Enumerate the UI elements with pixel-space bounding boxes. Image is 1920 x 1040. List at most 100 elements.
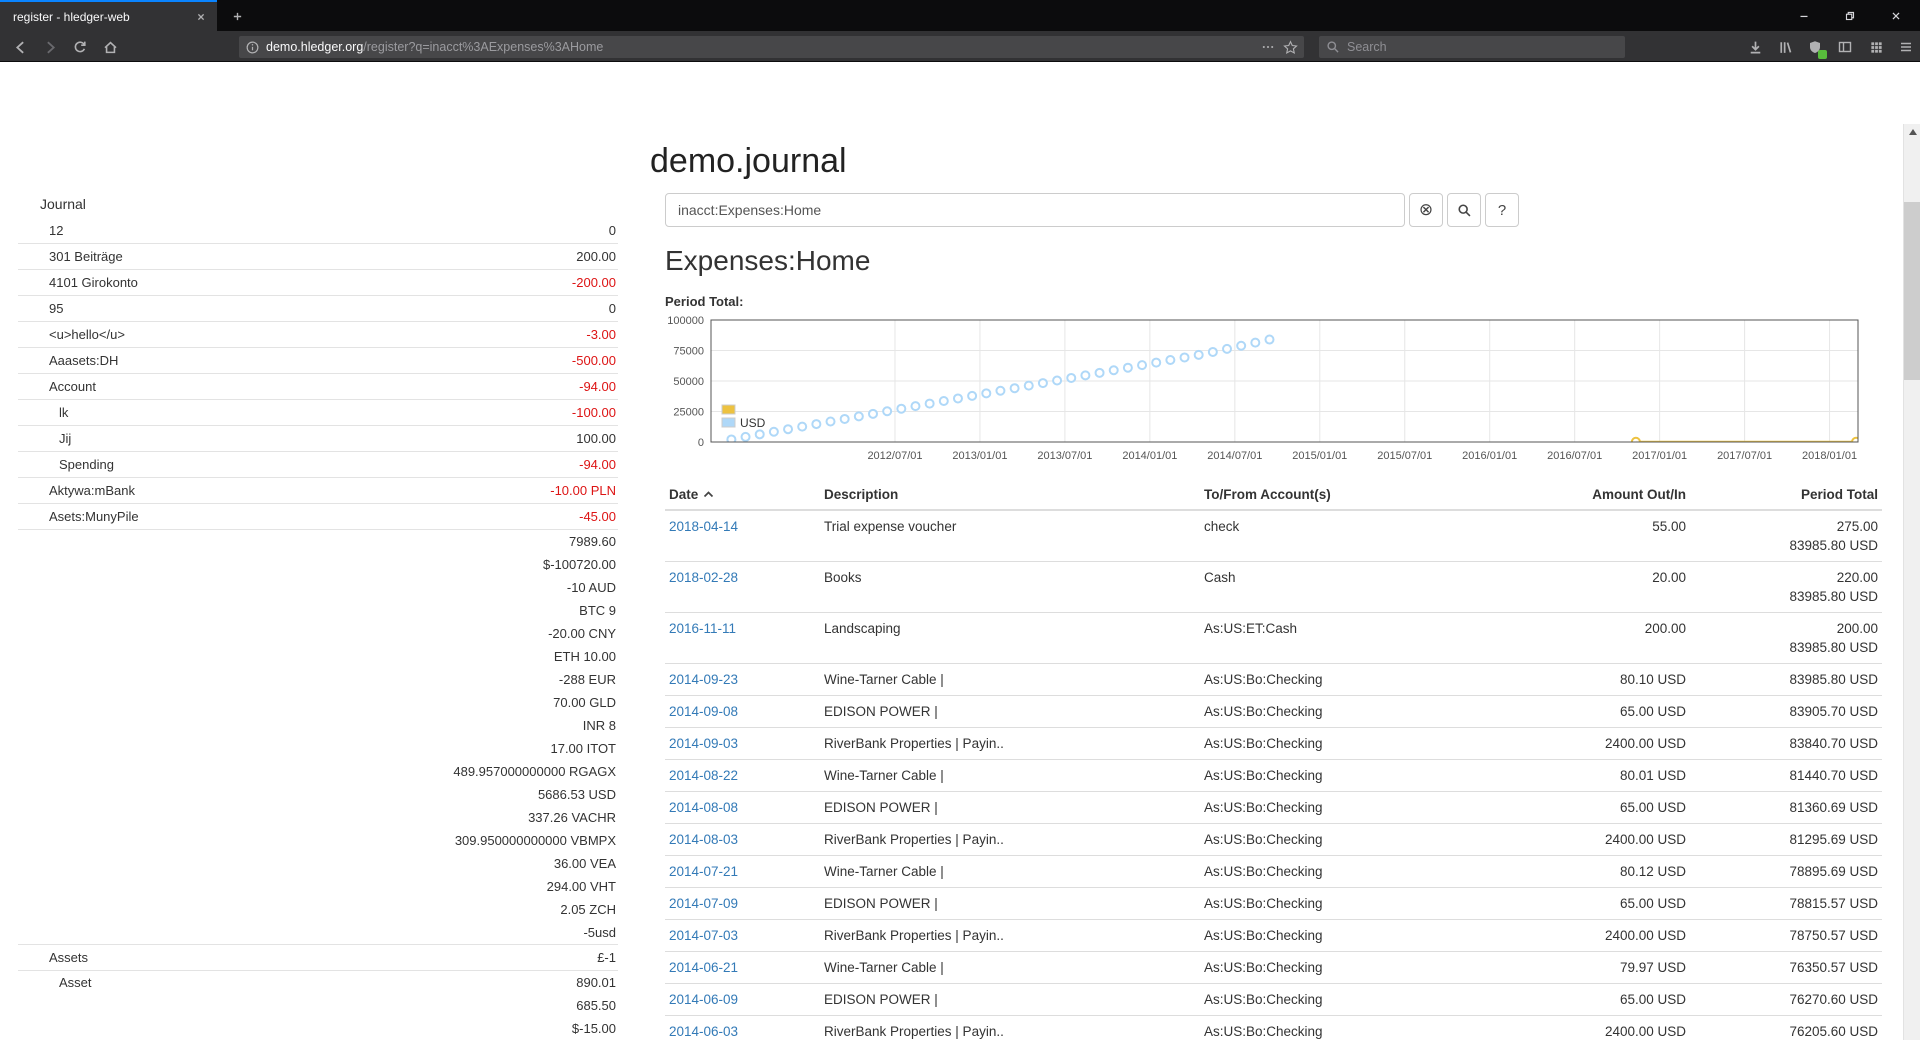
svg-text:2018/01/01: 2018/01/01 xyxy=(1802,450,1857,462)
menu-icon[interactable] xyxy=(1892,33,1920,61)
account-name[interactable]: 95 xyxy=(18,296,63,321)
transaction-date-cell: 2014-07-21 xyxy=(665,856,820,888)
account-name[interactable]: lk xyxy=(18,400,68,425)
account-name[interactable]: 4101 Girokonto xyxy=(18,270,138,295)
account-name[interactable]: Jij xyxy=(18,426,71,451)
account-name[interactable]: Account xyxy=(18,374,96,399)
transaction-date-link[interactable]: 2018-02-28 xyxy=(669,570,738,585)
svg-text:2017/01/01: 2017/01/01 xyxy=(1632,450,1687,462)
sidebar-account-row[interactable]: lk -100.00 xyxy=(18,400,618,426)
account-name[interactable]: <u>hello</u> xyxy=(18,322,125,347)
column-header-accounts[interactable]: To/From Account(s) xyxy=(1200,480,1455,510)
sidebar-account-row[interactable]: <u>hello</u>-3.00 xyxy=(18,322,618,348)
sidebar-account-row[interactable]: 950 xyxy=(18,296,618,322)
transaction-date-link[interactable]: 2014-09-03 xyxy=(669,736,738,751)
transaction-period-total: 81360.69 USD xyxy=(1690,792,1882,824)
transaction-amount: 55.00 xyxy=(1455,510,1690,562)
apps-grid-icon[interactable] xyxy=(1862,33,1890,61)
sidebar-account-row[interactable]: Account-94.00 xyxy=(18,374,618,400)
home-button[interactable] xyxy=(96,33,124,61)
account-name[interactable]: Assets xyxy=(18,945,88,970)
column-header-date[interactable]: Date xyxy=(665,480,820,510)
bookmark-star-icon[interactable] xyxy=(1283,40,1298,55)
transaction-date-link[interactable]: 2014-07-09 xyxy=(669,896,738,911)
account-balances: -200.00 xyxy=(572,270,618,295)
browser-search-bar[interactable]: Search xyxy=(1319,36,1625,58)
scrollbar-thumb[interactable] xyxy=(1904,202,1920,380)
magnifier-icon xyxy=(1457,203,1472,218)
tab-close-icon[interactable] xyxy=(191,7,211,27)
account-name[interactable]: Asets:MunyPile xyxy=(18,504,139,529)
reload-button[interactable] xyxy=(66,33,94,61)
transaction-date-link[interactable]: 2014-06-09 xyxy=(669,992,738,1007)
sidebar-toggle-icon[interactable] xyxy=(1831,33,1859,61)
search-icon xyxy=(1326,40,1340,54)
sidebar-account-row[interactable]: Aktywa:mBank-10.00 PLN xyxy=(18,478,618,504)
sidebar-account-row[interactable]: 4101 Girokonto -200.00 xyxy=(18,270,618,296)
account-name[interactable]: 301 Beiträge xyxy=(18,244,123,269)
svg-text:2013/01/01: 2013/01/01 xyxy=(952,450,1007,462)
register-row: 2014-08-22Wine-Tarner Cable |As:US:Bo:Ch… xyxy=(665,760,1882,792)
scrollbar-up-arrow-icon[interactable] xyxy=(1904,124,1920,140)
query-input[interactable] xyxy=(665,193,1405,227)
sidebar-account-row[interactable]: Assets£-1 xyxy=(18,945,618,971)
account-name[interactable]: 12 xyxy=(18,218,63,243)
sidebar-account-row[interactable]: 7989.60$-100720.00-10 AUDBTC 9-20.00 CNY… xyxy=(18,530,618,945)
new-tab-button[interactable] xyxy=(224,3,250,29)
transaction-date-link[interactable]: 2014-08-22 xyxy=(669,768,738,783)
transaction-date-link[interactable]: 2014-09-23 xyxy=(669,672,738,687)
account-name[interactable]: Spending xyxy=(18,452,114,477)
downloads-icon[interactable] xyxy=(1741,33,1769,61)
back-button[interactable] xyxy=(6,33,34,61)
help-button[interactable]: ? xyxy=(1485,193,1519,227)
sidebar-account-row[interactable]: 301 Beiträge200.00 xyxy=(18,244,618,270)
balance-amount: -45.00 xyxy=(579,504,616,529)
url-bar[interactable]: demo.hledger.org/register?q=inacct%3AExp… xyxy=(239,36,1304,58)
transaction-date-link[interactable]: 2014-08-03 xyxy=(669,832,738,847)
svg-text:100000: 100000 xyxy=(667,315,704,327)
library-icon[interactable] xyxy=(1771,33,1799,61)
forward-button[interactable] xyxy=(36,33,64,61)
transaction-date-link[interactable]: 2014-07-21 xyxy=(669,864,738,879)
sidebar-journal-link[interactable]: Journal xyxy=(40,196,86,212)
transaction-amount: 2400.00 USD xyxy=(1455,1016,1690,1040)
sidebar-account-row[interactable]: 120 xyxy=(18,218,618,244)
account-name[interactable]: Aaasets:DH xyxy=(18,348,118,373)
sidebar-account-row[interactable]: Asets:MunyPile -45.00 xyxy=(18,504,618,530)
column-header-amount[interactable]: Amount Out/In xyxy=(1455,480,1690,510)
account-name[interactable]: Aktywa:mBank xyxy=(18,478,135,503)
account-name[interactable]: Asset xyxy=(18,971,92,994)
window-minimize-button[interactable] xyxy=(1781,0,1826,31)
browser-tab[interactable]: register - hledger-web xyxy=(0,0,217,31)
register-row: 2014-09-08EDISON POWER |As:US:Bo:Checkin… xyxy=(665,696,1882,728)
page-title: demo.journal xyxy=(650,142,847,181)
transaction-date-link[interactable]: 2014-09-08 xyxy=(669,704,738,719)
sidebar-account-row[interactable]: Spending-94.00 xyxy=(18,452,618,478)
page-actions-icon[interactable] xyxy=(1261,40,1275,54)
balance-amount: -5usd xyxy=(453,921,616,944)
sidebar-account-row[interactable]: Aaasets:DH -500.00 xyxy=(18,348,618,374)
balance-amount: -500.00 xyxy=(572,348,616,373)
page-scrollbar[interactable] xyxy=(1903,124,1920,1040)
transaction-date-link[interactable]: 2014-06-21 xyxy=(669,960,738,975)
window-restore-button[interactable] xyxy=(1827,0,1872,31)
sidebar-account-row[interactable]: Jij100.00 xyxy=(18,426,618,452)
extension-icon[interactable] xyxy=(1801,33,1829,61)
transaction-date-link[interactable]: 2018-04-14 xyxy=(669,519,738,534)
period-total-chart[interactable]: 02500050000750001000002012/07/012013/01/… xyxy=(665,310,1885,478)
transaction-period-total: 76270.60 USD xyxy=(1690,984,1882,1016)
transaction-date-link[interactable]: 2014-07-03 xyxy=(669,928,738,943)
transaction-accounts: As:US:Bo:Checking xyxy=(1200,664,1455,696)
transaction-date-link[interactable]: 2014-06-03 xyxy=(669,1024,738,1039)
transaction-date-cell: 2014-08-03 xyxy=(665,824,820,856)
transaction-date-link[interactable]: 2016-11-11 xyxy=(669,621,736,636)
transaction-date-link[interactable]: 2014-08-08 xyxy=(669,800,738,815)
sidebar-account-row[interactable]: Asset890.01685.50$-15.00-10 AUD xyxy=(18,971,618,1040)
run-query-button[interactable] xyxy=(1447,193,1481,227)
clear-query-button[interactable]: ⊗ xyxy=(1409,193,1443,227)
column-header-description[interactable]: Description xyxy=(820,480,1200,510)
balance-amount: -100.00 xyxy=(572,400,616,425)
column-header-period-total[interactable]: Period Total xyxy=(1690,480,1882,510)
window-close-button[interactable] xyxy=(1873,0,1918,31)
site-info-icon[interactable] xyxy=(245,40,260,55)
